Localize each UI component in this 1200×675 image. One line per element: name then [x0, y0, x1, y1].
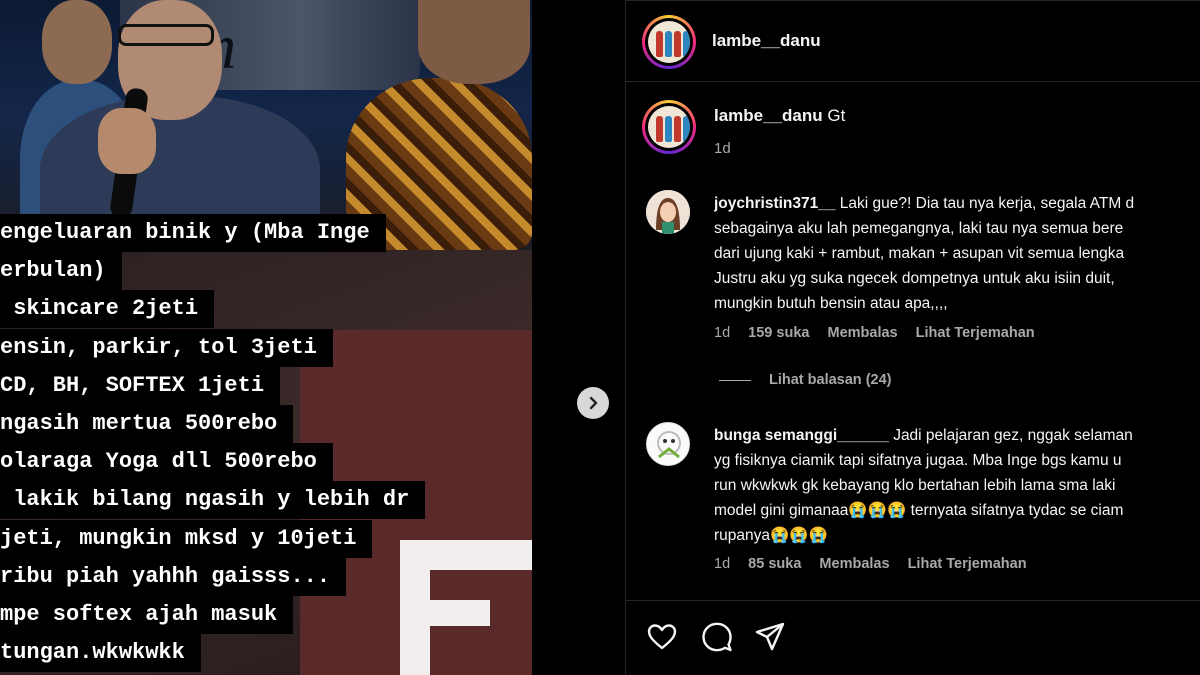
comment-actions: 1d 159 suka Membalas Lihat Terjemahan	[714, 325, 1049, 341]
caption-line: ngasih mertua 500rebo	[0, 404, 532, 443]
comment-line: dari ujung kaki + rambut, makan + asupan…	[714, 245, 1125, 262]
post-author-username[interactable]: lambe__danu	[714, 106, 823, 125]
person-left-head	[42, 0, 112, 84]
post-media[interactable]: am engeluaran binik y (Mba Inge erbulan)…	[0, 0, 532, 675]
glasses	[118, 24, 214, 46]
comment-line: model gini gimanaa😭😭😭 ternyata sifatnya …	[714, 502, 1124, 519]
comment-actions: 1d 85 suka Membalas Lihat Terjemahan	[714, 556, 1041, 572]
comment-line: mungkin butuh bensin atau apa,,,,	[714, 295, 948, 312]
comment-likes[interactable]: 159 suka	[748, 325, 809, 341]
caption-line: ensin, parkir, tol 3jeti	[0, 328, 532, 367]
comment-time[interactable]: 1d	[714, 325, 730, 341]
comment-text: joychristin371__ Laki gue?! Dia tau nya …	[714, 191, 1194, 316]
avatar-illustration-icon	[646, 190, 690, 234]
comment-text: bunga semanggi______ Jadi pelajaran gez,…	[714, 423, 1194, 548]
comment-line: Justru aku yg suka ngecek dompetnya untu…	[714, 270, 1115, 287]
comment-likes[interactable]: 85 suka	[748, 556, 801, 572]
comment-icon[interactable]	[701, 621, 733, 653]
comment-line: sebagainya aku lah pemegangnya, laki tau…	[714, 220, 1124, 237]
person-right-head	[418, 0, 530, 84]
comment-username[interactable]: bunga semanggi______	[714, 427, 889, 444]
caption-line: olaraga Yoga dll 500rebo	[0, 443, 532, 482]
view-replies-button[interactable]: Lihat balasan (24)	[719, 372, 891, 388]
caption-line: ribu piah yahhh gaisss...	[0, 557, 532, 596]
commenter-avatar[interactable]	[646, 190, 690, 234]
comment-line: bunga semanggi______ Jadi pelajaran gez,…	[714, 427, 1133, 444]
media-caption-overlay: engeluaran binik y (Mba Inge erbulan) sk…	[0, 214, 532, 673]
post-details-panel: lambe__danu lambe__danu Gt 1d joychristi…	[625, 0, 1200, 675]
post-header: lambe__danu	[626, 0, 1200, 82]
heart-icon[interactable]	[646, 621, 678, 653]
translate-button[interactable]: Lihat Terjemahan	[916, 325, 1035, 341]
comment-line: yg fisiknya ciamik tapi sifatnya jugaa. …	[714, 452, 1122, 469]
media-photo: am	[0, 0, 532, 250]
caption-line: jeti, mungkin mksd y 10jeti	[0, 519, 532, 558]
comment-username[interactable]: joychristin371__	[714, 195, 835, 212]
caption-line: engeluaran binik y (Mba Inge	[0, 214, 532, 252]
post-author-avatar[interactable]	[642, 100, 696, 154]
caption-line: skincare 2jeti	[0, 290, 532, 329]
post-action-bar	[626, 600, 1200, 675]
comment-line: run wkwkwk gk kebayang klo bertahan lebi…	[714, 477, 1116, 494]
post-time[interactable]: 1d	[714, 140, 731, 157]
send-icon[interactable]	[754, 621, 786, 653]
next-media-button[interactable]	[577, 387, 609, 419]
reply-button[interactable]: Membalas	[827, 325, 897, 341]
commenter-avatar[interactable]	[646, 422, 690, 466]
caption-line: CD, BH, SOFTEX 1jeti	[0, 366, 532, 405]
caption-line: erbulan)	[0, 252, 532, 291]
caption-line: lakik bilang ngasih y lebih dr	[0, 481, 532, 520]
caption-line: mpe softex ajah masuk	[0, 595, 532, 634]
translate-button[interactable]: Lihat Terjemahan	[908, 556, 1027, 572]
comment-line: joychristin371__ Laki gue?! Dia tau nya …	[714, 195, 1135, 212]
chevron-right-icon	[589, 396, 598, 410]
hand	[98, 108, 156, 174]
comment-line: rupanya😭😭😭	[714, 527, 828, 544]
header-avatar[interactable]	[642, 15, 696, 69]
caption-line: tungan.wkwkwkk	[0, 634, 532, 673]
post-caption-text: Gt	[827, 106, 846, 125]
header-username[interactable]: lambe__danu	[712, 31, 821, 51]
flower-avatar-icon	[647, 423, 689, 465]
post-caption: lambe__danu Gt	[714, 106, 845, 126]
comment-time[interactable]: 1d	[714, 556, 730, 572]
reply-button[interactable]: Membalas	[819, 556, 889, 572]
